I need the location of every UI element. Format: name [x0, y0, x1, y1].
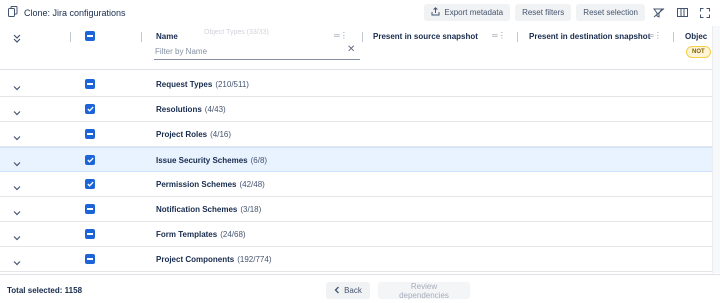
table-row[interactable]: Request Types (210/511) — [0, 72, 712, 97]
column-header-destination[interactable]: Present in destination snapshot — [529, 32, 650, 41]
row-count: (6/8) — [250, 156, 268, 165]
chevron-down-icon[interactable] — [12, 205, 22, 216]
select-all-checkbox[interactable] — [85, 31, 95, 41]
clear-filter-icon[interactable] — [650, 4, 668, 21]
column-menu-icon[interactable]: ═ ⋮ — [334, 31, 348, 40]
footer: Total selected: 1158 Back Review depende… — [0, 274, 720, 303]
row-name: Project Components — [156, 255, 235, 264]
row-checkbox[interactable] — [85, 179, 95, 189]
row-checkbox[interactable] — [85, 229, 95, 239]
table-row[interactable]: Permission Schemes (42/48) — [0, 172, 712, 197]
page-title: Clone: Jira configurations — [24, 8, 126, 18]
chevron-down-icon[interactable] — [12, 130, 22, 141]
row-checkbox[interactable] — [85, 129, 95, 139]
row-count: (192/774) — [237, 255, 272, 264]
row-checkbox[interactable] — [85, 155, 95, 165]
columns-icon[interactable] — [673, 4, 691, 21]
table-row[interactable]: Resolutions (4/43) — [0, 97, 712, 122]
reset-selection-button[interactable]: Reset selection — [576, 4, 645, 21]
review-dependencies-button[interactable]: Review dependencies — [378, 282, 470, 300]
chevron-left-icon — [334, 286, 340, 296]
clear-filter-x-icon[interactable]: ✕ — [347, 45, 355, 55]
column-header-source[interactable]: Present in source snapshot — [373, 32, 478, 41]
row-count: (3/18) — [240, 205, 262, 214]
row-count: (4/16) — [210, 130, 232, 139]
chevron-down-icon[interactable] — [12, 80, 22, 91]
name-filter-input[interactable] — [154, 43, 360, 60]
table-row[interactable]: Form Templates (24/68) — [0, 222, 712, 247]
chevron-down-icon[interactable] — [12, 230, 22, 241]
grid-header: Object Types (33/33) Name ═ ⋮ ✕ Present … — [0, 26, 720, 70]
row-checkbox[interactable] — [85, 204, 95, 214]
row-checkbox[interactable] — [85, 79, 95, 89]
row-checkbox[interactable] — [85, 254, 95, 264]
row-name: Notification Schemes — [156, 205, 238, 214]
row-label: Resolutions (4/43) — [156, 105, 226, 114]
column-divider — [517, 32, 518, 42]
row-name: Form Templates — [156, 230, 218, 239]
fullscreen-icon[interactable] — [696, 4, 714, 21]
row-label: Project Roles (4/16) — [156, 130, 231, 139]
chevron-down-icon[interactable] — [12, 156, 22, 167]
row-count: (24/68) — [220, 230, 246, 239]
table-row[interactable]: Issue Security Schemes (6/8) — [0, 147, 712, 172]
column-header-name[interactable]: Name — [156, 32, 178, 41]
row-label: Form Templates (24/68) — [156, 230, 246, 239]
row-checkbox[interactable] — [85, 104, 95, 114]
configurations-grid: Object Types (33/33) Name ═ ⋮ ✕ Present … — [0, 26, 720, 273]
vertical-scrollbar[interactable] — [712, 26, 720, 273]
top-bar: Clone: Jira configurations Export metada… — [0, 0, 720, 26]
column-header-object[interactable]: Objec — [685, 32, 707, 41]
grid-rows: Request Types (210/511) Resolutions (4/43) P… — [0, 72, 720, 272]
column-divider — [70, 32, 71, 42]
row-label: Request Types (210/511) — [156, 80, 249, 89]
row-label: Permission Schemes (42/48) — [156, 180, 265, 189]
title-area: Clone: Jira configurations — [0, 4, 126, 22]
row-label: Issue Security Schemes (6/8) — [156, 156, 267, 165]
row-label: Notification Schemes (3/18) — [156, 205, 261, 214]
total-selected: Total selected: 1158 — [7, 286, 82, 295]
total-selected-label: Total selected: — [7, 286, 63, 295]
scrolled-row-ghost: Object Types (33/33) — [204, 29, 269, 36]
back-button[interactable]: Back — [326, 282, 370, 299]
row-label: Project Components (192/774) — [156, 255, 271, 264]
row-count: (210/511) — [215, 80, 249, 89]
row-name: Permission Schemes — [156, 180, 237, 189]
row-count: (42/48) — [239, 180, 265, 189]
column-divider — [362, 32, 363, 42]
collapse-all-icon[interactable] — [12, 31, 22, 49]
status-badge: NOT — [686, 46, 711, 58]
export-metadata-label: Export metadata — [444, 8, 504, 17]
row-name: Resolutions — [156, 105, 202, 114]
chevron-down-icon[interactable] — [12, 180, 22, 191]
copy-icon — [8, 4, 18, 22]
back-label: Back — [344, 286, 362, 295]
chevron-down-icon[interactable] — [12, 105, 22, 116]
column-menu-icon[interactable]: ═ ⋮ — [648, 31, 662, 40]
row-name: Project Roles — [156, 130, 208, 139]
row-name: Issue Security Schemes — [156, 156, 248, 165]
table-row[interactable]: Notification Schemes (3/18) — [0, 197, 712, 222]
column-divider — [673, 32, 674, 42]
column-menu-icon[interactable]: ═ ⋮ — [492, 31, 506, 40]
column-divider — [141, 32, 142, 42]
total-selected-value: 1158 — [64, 286, 83, 295]
table-row[interactable]: Project Roles (4/16) — [0, 122, 712, 147]
table-row[interactable]: Project Components (192/774) — [0, 247, 712, 272]
reset-filters-button[interactable]: Reset filters — [515, 4, 572, 21]
row-count: (4/43) — [204, 105, 226, 114]
export-icon — [431, 7, 440, 18]
row-name: Request Types — [156, 80, 213, 89]
chevron-down-icon[interactable] — [12, 255, 22, 266]
export-metadata-button[interactable]: Export metadata — [424, 4, 511, 21]
